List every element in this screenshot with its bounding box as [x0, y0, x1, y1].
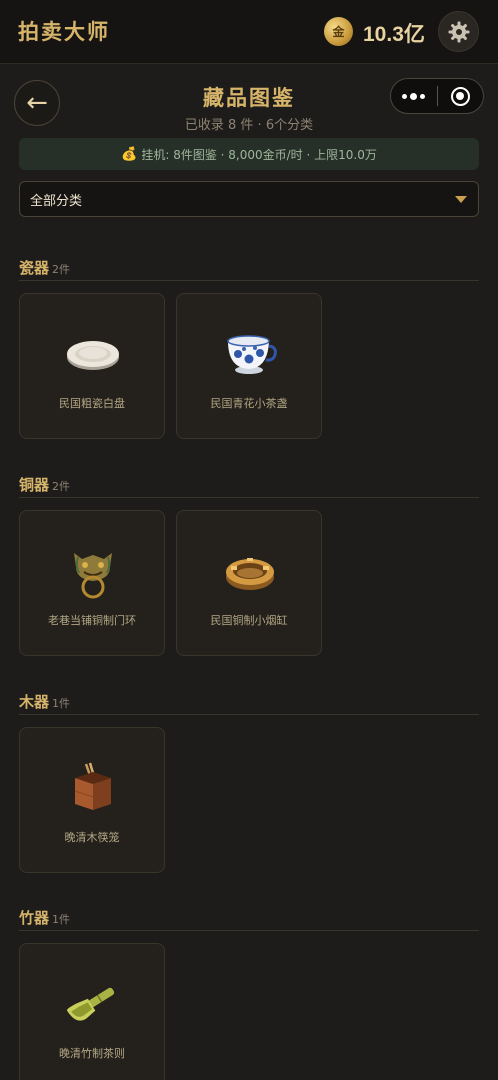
target-circle-icon	[450, 86, 470, 106]
card-label: 老巷当铺铜制门环	[48, 614, 136, 627]
section-count: 2件	[52, 480, 71, 493]
category-filter-select[interactable]: 全部分类	[19, 181, 479, 217]
section-wood: 木器 1件 晚清木筷笼	[19, 691, 479, 873]
section-header: 竹器 1件	[19, 907, 479, 931]
gear-icon	[448, 21, 469, 42]
collection-card[interactable]: 民国粗瓷白盘	[19, 293, 165, 439]
money-bag-icon: 💰	[121, 146, 138, 162]
coin-balance: 10.3亿	[363, 23, 425, 46]
section-header: 木器 1件	[19, 691, 479, 715]
section-title: 竹器	[19, 909, 50, 927]
page-subtitle: 已收录 8 件 · 6个分类	[184, 118, 314, 133]
section-title: 铜器	[19, 476, 50, 494]
collection-card[interactable]: 晚清木筷笼	[19, 727, 165, 873]
collection-card[interactable]: 老巷当铺铜制门环	[19, 510, 165, 656]
collection-card[interactable]: 民国青花小茶盏	[176, 293, 322, 439]
section-title: 木器	[19, 693, 50, 711]
category-filter-value: 全部分类	[30, 193, 83, 209]
section-header: 铜器 2件	[19, 474, 479, 498]
bronze-door-knocker-icon	[74, 553, 112, 599]
card-label: 民国粗瓷白盘	[59, 397, 125, 410]
card-label: 晚清竹制茶则	[59, 1047, 125, 1060]
settings-button[interactable]	[438, 11, 479, 52]
collection-card[interactable]: 民国铜制小烟缸	[176, 510, 322, 656]
chevron-down-icon	[455, 196, 467, 203]
section-porcelain: 瓷器 2件 民国粗瓷白盘 民国青花小茶盏	[19, 257, 479, 439]
top-bar: 拍卖大师 金 10.3亿	[0, 0, 498, 64]
card-label: 民国铜制小烟缸	[210, 614, 288, 627]
wooden-chopstick-holder-icon	[74, 762, 111, 810]
white-plate-icon	[67, 341, 119, 370]
section-count: 2件	[52, 263, 71, 276]
section-bronze: 铜器 2件 老巷当铺铜制门环 民国铜制小烟缸	[19, 474, 479, 656]
card-label: 晚清木筷笼	[64, 831, 120, 844]
section-count: 1件	[52, 697, 71, 710]
idle-income-text: 挂机: 8件图鉴 · 8,000金币/时 · 上限10.0万	[141, 147, 377, 162]
blue-white-teacup-icon	[227, 335, 277, 374]
more-dots-icon	[402, 93, 408, 99]
gold-coin-icon: 金	[324, 17, 353, 46]
more-button[interactable]	[391, 92, 437, 100]
card-label: 民国青花小茶盏	[210, 397, 288, 410]
section-header: 瓷器 2件	[19, 257, 479, 281]
section-bamboo: 竹器 1件 晚清竹制茶则	[19, 907, 479, 1080]
copper-ashtray-icon	[226, 558, 274, 590]
app-title: 拍卖大师	[18, 19, 110, 44]
idle-income-banner: 💰 挂机: 8件图鉴 · 8,000金币/时 · 上限10.0万	[19, 138, 479, 170]
bamboo-tea-scoop-icon	[66, 987, 115, 1021]
miniprogram-capsule	[390, 78, 484, 114]
close-miniprogram-button[interactable]	[437, 86, 483, 106]
collection-card[interactable]: 晚清竹制茶则	[19, 943, 165, 1080]
section-count: 1件	[52, 913, 71, 926]
section-title: 瓷器	[19, 259, 50, 277]
